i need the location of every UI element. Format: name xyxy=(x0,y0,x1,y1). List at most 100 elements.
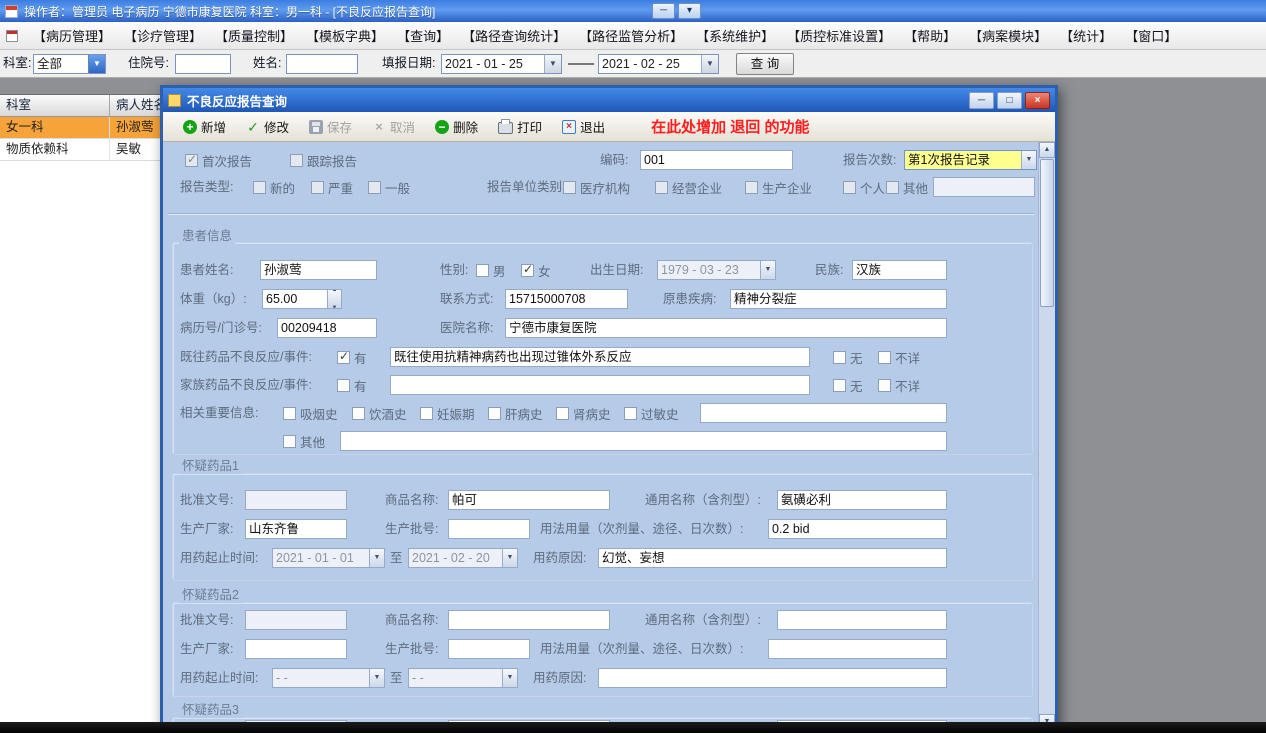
print-button[interactable]: 打印 xyxy=(490,113,550,140)
name-input[interactable]: 孙淑莺 xyxy=(260,260,377,280)
date-to-select[interactable]: 2021 - 02 - 25 xyxy=(598,54,719,74)
approval-no-input[interactable] xyxy=(245,490,347,510)
reason-input[interactable]: 幻觉、妄想 xyxy=(598,548,947,568)
menu-item-window[interactable]: 【窗口】 xyxy=(1120,23,1182,48)
patient-name-input[interactable] xyxy=(286,54,358,74)
scroll-up-arrow-icon[interactable] xyxy=(1039,142,1055,158)
family-unknown-checkbox[interactable]: 不详 xyxy=(878,374,920,396)
new-button[interactable]: 新增 xyxy=(175,113,234,140)
usage-input[interactable]: 0.2 bid xyxy=(768,519,947,539)
date-range-dash xyxy=(568,63,594,65)
type-severe-checkbox[interactable]: 严重 xyxy=(311,176,353,198)
pregnancy-checkbox[interactable]: 妊娠期 xyxy=(420,402,475,424)
dept-select[interactable]: 全部 xyxy=(33,54,106,74)
menu-item-treatment-mgmt[interactable]: 【诊疗管理】 xyxy=(119,23,207,48)
maker-input[interactable] xyxy=(245,639,347,659)
menu-item-path-supervision[interactable]: 【路径监管分析】 xyxy=(574,23,688,48)
dialog-maximize-button[interactable] xyxy=(997,91,1022,109)
allergy-checkbox[interactable]: 过敏史 xyxy=(624,402,679,424)
past-adr-input[interactable]: 既往使用抗精神病药也出现过锥体外系反应 xyxy=(390,347,810,367)
period-to-select[interactable]: 2021 - 02 - 20 xyxy=(408,548,518,568)
taskbar[interactable] xyxy=(0,722,1266,733)
menu-item-quality-control[interactable]: 【质量控制】 xyxy=(210,23,298,48)
dialog-minimize-button[interactable] xyxy=(969,91,994,109)
menu-item-records-mgmt[interactable]: 【病历管理】 xyxy=(28,23,116,48)
liver-checkbox[interactable]: 肝病史 xyxy=(488,402,543,424)
restore-button[interactable] xyxy=(678,3,701,19)
reason-input[interactable] xyxy=(598,668,947,688)
minimize-button[interactable] xyxy=(652,3,675,19)
kidney-checkbox[interactable]: 肾病史 xyxy=(556,402,611,424)
unit-personal-checkbox[interactable]: 个人 xyxy=(843,176,885,198)
drinking-checkbox[interactable]: 饮酒史 xyxy=(352,402,407,424)
unit-medical-checkbox[interactable]: 医疗机构 xyxy=(563,176,630,198)
grid-col-dept[interactable]: 科室 xyxy=(0,95,110,116)
exit-button[interactable]: 退出 xyxy=(554,113,613,140)
menu-item-case-module[interactable]: 【病案模块】 xyxy=(964,23,1052,48)
grid-row[interactable]: 女一科 孙淑莺 xyxy=(0,117,161,139)
dialog-close-button[interactable] xyxy=(1025,91,1050,109)
menu-item-statistics[interactable]: 【统计】 xyxy=(1055,23,1117,48)
menu-item-template-dict[interactable]: 【模板字典】 xyxy=(301,23,389,48)
gender-male-checkbox[interactable]: 男 xyxy=(476,259,506,281)
app-title: 操作者：管理员 电子病历 宁德市康复医院 科室：男一科 - [不良反应报告查询] xyxy=(24,4,436,19)
birth-date-select[interactable]: 1979 - 03 - 23 xyxy=(657,260,776,280)
batch-no-input[interactable] xyxy=(448,519,530,539)
menu-item-query[interactable]: 【查询】 xyxy=(392,23,454,48)
product-name-input[interactable]: 帕可 xyxy=(448,490,610,510)
first-report-checkbox[interactable]: 首次报告 xyxy=(185,149,252,171)
record-no-input[interactable]: 00209418 xyxy=(277,318,377,338)
generic-name-input[interactable] xyxy=(777,610,947,630)
unit-other-checkbox[interactable]: 其他 xyxy=(886,176,928,198)
family-adr-input[interactable] xyxy=(390,375,810,395)
edit-button[interactable]: 修改 xyxy=(238,113,297,140)
family-has-checkbox[interactable]: 有 xyxy=(337,374,367,396)
past-none-checkbox[interactable]: 无 xyxy=(833,346,863,368)
past-has-checkbox[interactable]: 有 xyxy=(337,346,367,368)
batch-no-input[interactable] xyxy=(448,639,530,659)
form-scrollbar[interactable] xyxy=(1038,142,1055,730)
grid-row[interactable]: 物质依赖科 吴敏 xyxy=(0,139,161,161)
past-unknown-checkbox[interactable]: 不详 xyxy=(878,346,920,368)
delete-button[interactable]: 删除 xyxy=(427,113,486,140)
gender-female-checkbox[interactable]: 女 xyxy=(521,259,551,281)
maker-label: 生产厂家: xyxy=(180,522,234,536)
menu-item-system-maintenance[interactable]: 【系统维护】 xyxy=(691,23,779,48)
period-to-select[interactable]: - - xyxy=(408,668,518,688)
disease-input[interactable]: 精神分裂症 xyxy=(730,289,947,309)
other-checkbox[interactable]: 其他 xyxy=(283,430,325,452)
weight-spinner[interactable]: 65.00 xyxy=(262,289,342,309)
code-input[interactable]: 001 xyxy=(640,150,793,170)
save-button[interactable]: 保存 xyxy=(301,113,360,140)
other-info-input[interactable] xyxy=(340,431,947,451)
family-none-checkbox[interactable]: 无 xyxy=(833,374,863,396)
menu-item-qc-standard-settings[interactable]: 【质控标准设置】 xyxy=(782,23,896,48)
generic-name-input[interactable]: 氨磺必利 xyxy=(777,490,947,510)
scrollbar-thumb[interactable] xyxy=(1040,159,1054,307)
grid-col-name[interactable]: 病人姓名 xyxy=(110,95,161,116)
date-from-select[interactable]: 2021 - 01 - 25 xyxy=(441,54,562,74)
important-info-input[interactable] xyxy=(700,403,947,423)
nation-input[interactable]: 汉族 xyxy=(852,260,947,280)
period-from-select[interactable]: - - xyxy=(272,668,385,688)
times-select[interactable]: 第1次报告记录 xyxy=(904,150,1037,170)
period-from-select[interactable]: 2021 - 01 - 01 xyxy=(272,548,385,568)
approval-no-input[interactable] xyxy=(245,610,347,630)
cancel-button[interactable]: 取消 xyxy=(364,113,423,140)
smoking-checkbox[interactable]: 吸烟史 xyxy=(283,402,338,424)
maker-input[interactable]: 山东齐鲁 xyxy=(245,519,347,539)
hospital-input[interactable]: 宁德市康复医院 xyxy=(505,318,947,338)
unit-business-checkbox[interactable]: 经营企业 xyxy=(655,176,722,198)
track-report-checkbox[interactable]: 跟踪报告 xyxy=(290,149,357,171)
usage-input[interactable] xyxy=(768,639,947,659)
unit-other-input[interactable] xyxy=(933,177,1035,197)
product-name-input[interactable] xyxy=(448,610,610,630)
type-new-checkbox[interactable]: 新的 xyxy=(253,176,295,198)
menu-item-help[interactable]: 【帮助】 xyxy=(899,23,961,48)
unit-manufacturer-checkbox[interactable]: 生产企业 xyxy=(745,176,812,198)
type-general-checkbox[interactable]: 一般 xyxy=(368,176,410,198)
inpatient-no-input[interactable] xyxy=(175,54,231,74)
phone-input[interactable]: 15715000708 xyxy=(505,289,628,309)
query-button[interactable]: 查 询 xyxy=(736,53,794,75)
menu-item-path-query-stats[interactable]: 【路径查询统计】 xyxy=(457,23,571,48)
